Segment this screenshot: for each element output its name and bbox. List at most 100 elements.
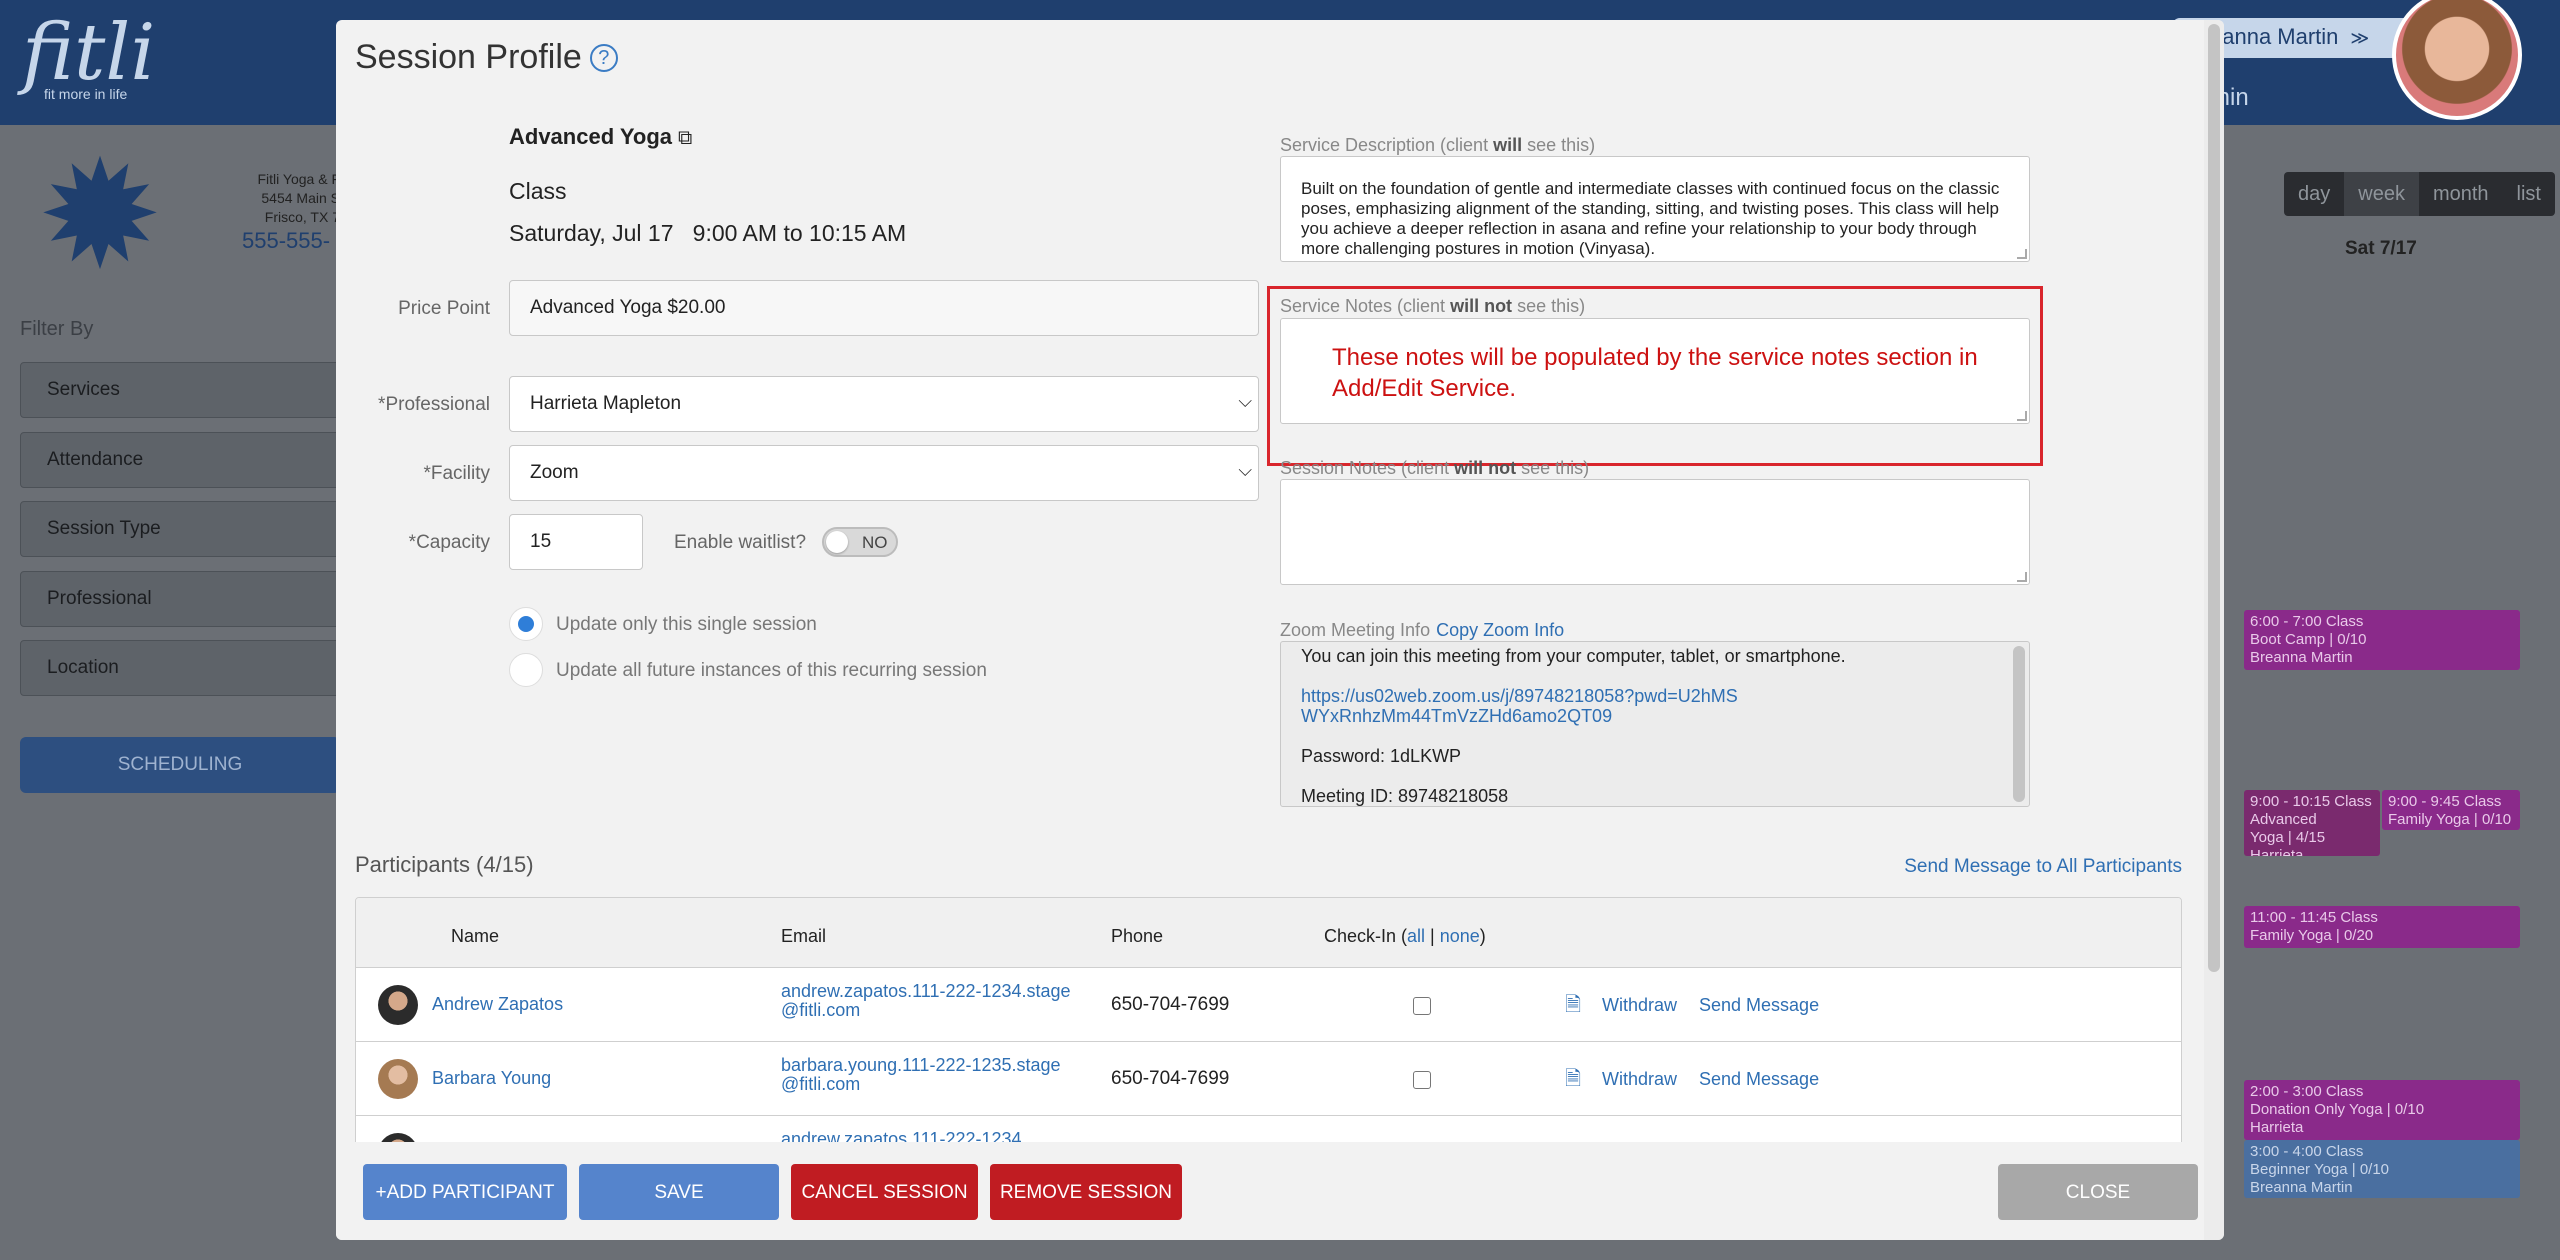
label-part: Service Description (client	[1280, 135, 1494, 155]
participant-email-link[interactable]: barbara.young.111-222-1235.stage@fitli.c…	[781, 1056, 1071, 1094]
copy-icon[interactable]: ⧉	[678, 127, 692, 149]
view-week[interactable]: week	[2344, 172, 2419, 216]
calendar-event[interactable]: 6:00 - 7:00 Class Boot Camp | 0/10 Brean…	[2244, 610, 2520, 670]
zoom-intro: You can join this meeting from your comp…	[1301, 646, 1846, 666]
participant-email-link[interactable]: andrew.zapatos.111-222-1234.stage@fitli.…	[781, 982, 1071, 1020]
zoom-info-content: You can join this meeting from your comp…	[1301, 646, 1991, 806]
document-icon[interactable]: 🗎	[1565, 1064, 1581, 1098]
logo-tagline: fit more in life	[44, 86, 128, 102]
event-line: Beginner Yoga | 0/10	[2250, 1161, 2390, 1178]
calendar-view-switcher: day week month list	[2284, 172, 2555, 216]
avatar	[378, 1059, 418, 1099]
event-line: Boot Camp | 0/10	[2250, 631, 2367, 648]
filter-attendance[interactable]: Attendance	[20, 432, 340, 488]
checkin-checkbox[interactable]	[1413, 1071, 1431, 1089]
calendar-event[interactable]: 9:00 - 9:45 Class Family Yoga | 0/10	[2382, 790, 2520, 830]
event-line: Harrieta	[2250, 1119, 2304, 1136]
session-date: Saturday, Jul 17 9:00 AM to 10:15 AM	[509, 220, 907, 246]
zoom-meeting-id: Meeting ID: 89748218058	[1301, 786, 1509, 806]
filter-professional[interactable]: Professional	[20, 571, 340, 627]
event-time: 11:00 - 11:45	[2250, 909, 2337, 926]
event-line: Yoga | 4/15	[2250, 829, 2326, 846]
zoom-info-label: Zoom Meeting Info Copy Zoom Info	[1280, 620, 1564, 641]
send-message-all-link[interactable]: Send Message to All Participants	[1904, 856, 2182, 878]
event-kind: Class	[2334, 793, 2372, 810]
cancel-session-button[interactable]: CANCEL SESSION	[791, 1164, 978, 1220]
view-list[interactable]: list	[2503, 172, 2555, 216]
participants-title: Participants (4/15)	[355, 852, 534, 877]
zoom-url-link[interactable]: https://us02web.zoom.us/j/89748218058?pw…	[1301, 686, 1741, 726]
capacity-input[interactable]: 15	[509, 514, 643, 570]
service-description-field[interactable]: Built on the foundation of gentle and in…	[1280, 156, 2030, 262]
modal-scrollbar-thumb[interactable]	[2208, 24, 2220, 972]
withdraw-link[interactable]: Withdraw	[1602, 1069, 1677, 1090]
zoom-box-scrollbar[interactable]	[2013, 646, 2025, 802]
label-part: Session Notes (client	[1280, 458, 1455, 478]
participant-name-link[interactable]: Barbara Young	[432, 1068, 551, 1089]
service-type: Class	[509, 178, 567, 204]
radio-update-all[interactable]	[509, 653, 543, 687]
avatar	[378, 985, 418, 1025]
zoom-info-label-text: Zoom Meeting Info	[1280, 620, 1431, 640]
service-description-label: Service Description (client will see thi…	[1280, 135, 1595, 156]
save-button[interactable]: SAVE	[579, 1164, 779, 1220]
service-description-text: Built on the foundation of gentle and in…	[1301, 179, 2000, 258]
session-notes-field[interactable]	[1280, 479, 2030, 585]
participant-phone: 650-704-7699	[1111, 994, 1230, 1015]
capacity-label: *Capacity	[408, 532, 490, 553]
event-line: Family Yoga | 0/20	[2250, 927, 2374, 944]
resize-handle-icon[interactable]	[2017, 572, 2027, 582]
studio-line: 5454 Main S	[261, 190, 340, 206]
checkin-checkbox[interactable]	[1413, 997, 1431, 1015]
radio-update-single-label[interactable]: Update only this single session	[556, 614, 817, 636]
filter-location[interactable]: Location	[20, 640, 340, 696]
send-message-link[interactable]: Send Message	[1699, 995, 1819, 1016]
label-part: see this)	[1516, 458, 1590, 478]
withdraw-link[interactable]: Withdraw	[1602, 995, 1677, 1016]
event-kind: Class	[2325, 1143, 2364, 1160]
remove-session-button[interactable]: REMOVE SESSION	[990, 1164, 1182, 1220]
radio-update-all-label[interactable]: Update all future instances of this recu…	[556, 660, 987, 682]
help-icon[interactable]: ?	[589, 44, 618, 72]
header-phone: Phone	[1111, 926, 1164, 946]
radio-update-single[interactable]	[509, 607, 543, 641]
filter-session-type[interactable]: Session Type	[20, 501, 340, 557]
event-kind: Class	[2463, 793, 2502, 810]
user-avatar[interactable]	[2392, 0, 2522, 120]
resize-handle-icon[interactable]	[2017, 249, 2027, 259]
table-header: Name Email Phone Check-In (all | none)	[356, 898, 2181, 968]
calendar-event[interactable]: 3:00 - 4:00 Class Beginner Yoga | 0/10 B…	[2244, 1140, 2520, 1198]
service-name: Advanced Yoga ⧉	[509, 124, 692, 150]
price-point-field: Advanced Yoga $20.00	[509, 280, 1259, 336]
calendar-event[interactable]: 11:00 - 11:45 Class Family Yoga | 0/20	[2244, 906, 2520, 948]
add-participant-button[interactable]: +ADD PARTICIPANT	[363, 1164, 567, 1220]
header-checkin: Check-In (all | none)	[1324, 926, 1486, 946]
filter-services[interactable]: Services	[20, 362, 340, 418]
professional-value: Harrieta Mapleton	[530, 393, 682, 414]
close-button[interactable]: CLOSE	[1998, 1164, 2198, 1220]
calendar-event[interactable]: 9:00 - 10:15 Class Advanced Yoga | 4/15 …	[2244, 790, 2380, 856]
studio-phone[interactable]: 555-555-	[242, 228, 330, 254]
copy-zoom-info-link[interactable]: Copy Zoom Info	[1436, 620, 1564, 640]
calendar-event[interactable]: 2:00 - 3:00 Class Donation Only Yoga | 0…	[2244, 1080, 2520, 1140]
chevron-down-icon: ≫	[2350, 28, 2370, 48]
scheduling-button[interactable]: SCHEDULING	[20, 737, 340, 793]
view-day[interactable]: day	[2284, 172, 2344, 216]
facility-value: Zoom	[530, 462, 579, 483]
document-icon[interactable]: 🗎	[1565, 990, 1581, 1024]
participant-name-link[interactable]: Andrew Zapatos	[432, 994, 563, 1015]
fitli-logo[interactable]: fitli	[22, 8, 155, 98]
send-message-link[interactable]: Send Message	[1699, 1069, 1819, 1090]
event-line: Breanna Martin	[2250, 649, 2353, 666]
facility-select[interactable]: Zoom ⌵	[509, 445, 1259, 501]
header-email: Email	[781, 926, 827, 946]
professional-select[interactable]: Harrieta Mapleton ⌵	[509, 376, 1259, 432]
checkin-none-link[interactable]: none	[1440, 926, 1480, 946]
view-month[interactable]: month	[2419, 172, 2503, 216]
studio-info: Fitli Yoga & F 5454 Main S Frisco, TX 7	[220, 170, 341, 227]
waitlist-toggle[interactable]: NO	[822, 527, 898, 557]
label-bold: will not	[1454, 458, 1517, 478]
event-kind: Class	[2340, 909, 2378, 926]
event-time: 9:00 - 10:15	[2250, 793, 2331, 810]
checkin-all-link[interactable]: all	[1407, 926, 1425, 946]
